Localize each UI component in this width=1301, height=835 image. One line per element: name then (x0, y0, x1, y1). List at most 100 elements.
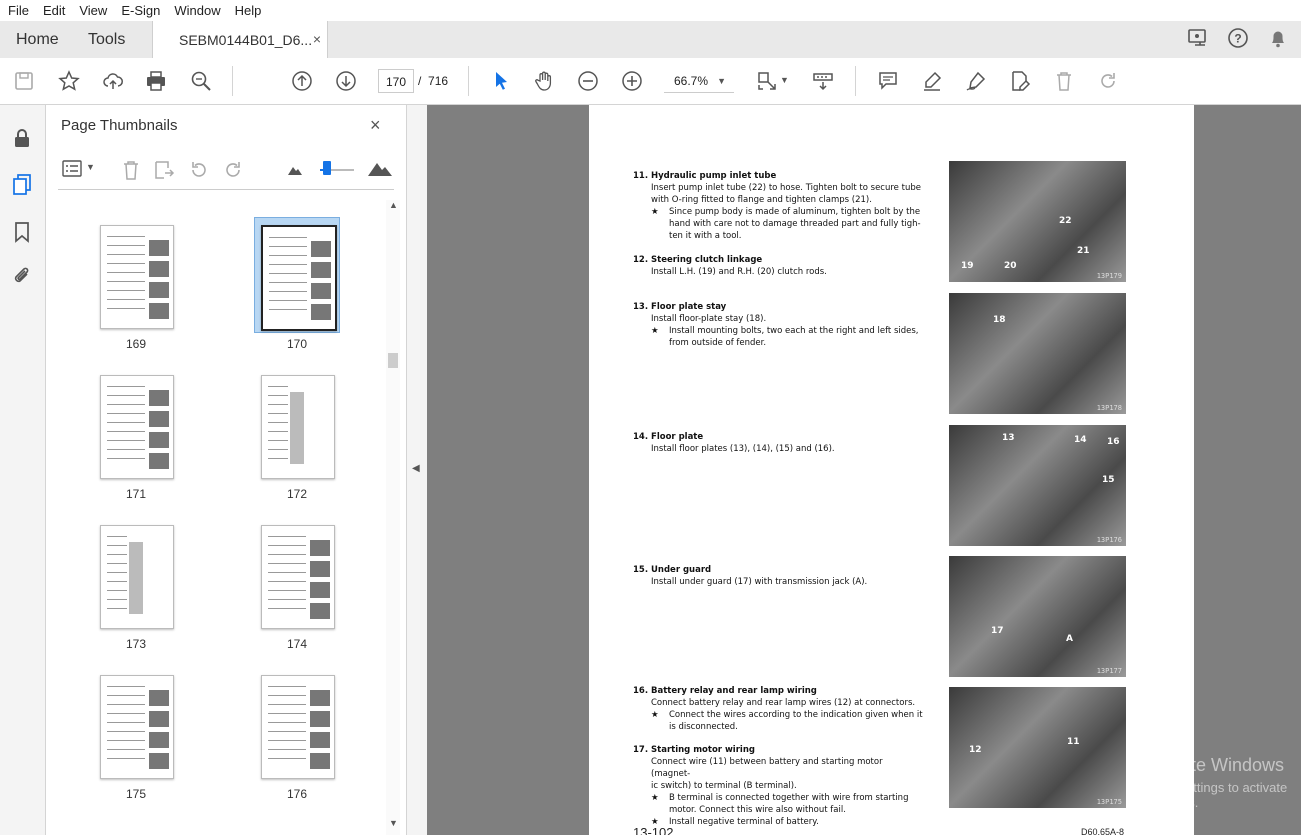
thumbnail-text-line (107, 590, 127, 591)
thumbnail-text-line (107, 236, 145, 237)
step-text: ic switch) to terminal (B terminal). (651, 781, 797, 791)
thumbnail-text-line (107, 290, 145, 291)
share-screen-icon[interactable] (1187, 27, 1209, 49)
panel-collapse-handle[interactable]: ◀ (407, 105, 427, 835)
close-tab-icon[interactable]: × (313, 31, 321, 47)
page-number-input[interactable]: 170 (378, 69, 414, 93)
step-title: 12. Steering clutch linkage (633, 255, 763, 265)
hand-pan-icon[interactable] (532, 69, 556, 93)
lock-icon[interactable] (11, 127, 33, 149)
thumbnail-diagram (290, 392, 304, 464)
step-title: 16. Battery relay and rear lamp wiring (633, 686, 817, 696)
thumbnail-scrollbar[interactable]: ▲ ▼ (386, 200, 400, 835)
thumbnail-page[interactable] (100, 375, 174, 479)
thumbnail-page[interactable] (261, 375, 335, 479)
thumbnail-text-line (107, 686, 145, 687)
menu-esign[interactable]: E-Sign (115, 3, 166, 18)
thumbnail-text-line (268, 404, 288, 405)
scrollbar-thumb[interactable] (388, 353, 398, 368)
bookmark-star-icon[interactable] (57, 69, 81, 93)
thumbnail-text-line (107, 404, 145, 405)
comment-icon[interactable] (876, 69, 900, 93)
thumbnail-image (310, 753, 330, 769)
previous-page-icon[interactable] (290, 69, 314, 93)
thumbnail-image (310, 690, 330, 706)
save-icon[interactable] (12, 69, 36, 93)
thumbnail-page[interactable] (261, 525, 335, 629)
menu-window[interactable]: Window (168, 3, 226, 18)
large-mountain-icon[interactable] (368, 161, 392, 176)
thumbnail-label: 170 (286, 337, 308, 351)
draw-sign-icon[interactable] (964, 69, 988, 93)
scroll-down-icon[interactable]: ▼ (389, 818, 398, 828)
thumbnail-text-line (107, 245, 145, 246)
edit-document-icon[interactable] (1008, 69, 1032, 93)
thumbnail-image (149, 240, 169, 256)
step-note: is disconnected. (633, 721, 923, 733)
fit-page-icon[interactable] (755, 69, 779, 93)
photo-caption: 13P177 (1096, 667, 1122, 675)
print-icon[interactable] (144, 69, 168, 93)
tab-home[interactable]: Home (16, 21, 59, 58)
thumbnail-text-line (107, 422, 145, 423)
thumbnail-options-icon[interactable] (62, 159, 84, 179)
note-text: Connect the wires according to the indic… (669, 710, 923, 720)
trash-icon[interactable] (1052, 69, 1076, 93)
page-thumbnails-icon[interactable] (11, 173, 33, 195)
star-note-icon: ★ (651, 793, 659, 803)
delete-page-icon[interactable] (120, 159, 142, 181)
chevron-down-icon[interactable]: ▼ (780, 75, 789, 85)
tab-document[interactable]: SEBM0144B01_D6... × (152, 21, 328, 59)
photo-callout-label: 13 (1002, 433, 1015, 443)
document-viewer[interactable]: 11. Hydraulic pump inlet tube Insert pump… (427, 105, 1301, 835)
photo-callout-label: 15 (1102, 475, 1115, 485)
slider-thumb[interactable] (323, 161, 331, 175)
note-text: Install negative terminal of battery. (669, 817, 819, 827)
collapse-arrow-icon[interactable]: ◀ (412, 463, 420, 474)
tab-tools[interactable]: Tools (88, 21, 125, 58)
thumbnail-page[interactable] (100, 675, 174, 779)
menu-help[interactable]: Help (229, 3, 268, 18)
thumbnail-text-line (268, 386, 288, 387)
thumbnail-page[interactable] (261, 225, 337, 331)
next-page-icon[interactable] (334, 69, 358, 93)
thumbnail-page[interactable] (261, 675, 335, 779)
help-icon[interactable]: ? (1227, 27, 1249, 49)
thumbnail-page[interactable] (100, 225, 174, 329)
select-cursor-icon[interactable] (489, 69, 513, 93)
highlight-pen-icon[interactable] (920, 69, 944, 93)
redo-icon[interactable] (1096, 69, 1120, 93)
thumbnail-page[interactable] (100, 525, 174, 629)
scroll-mode-icon[interactable] (811, 69, 835, 93)
scroll-up-icon[interactable]: ▲ (389, 200, 398, 210)
thumbnail-text-line (268, 704, 306, 705)
step-text: Connect battery relay and rear lamp wire… (651, 698, 916, 708)
chevron-down-icon[interactable]: ▼ (86, 162, 95, 172)
thumbnail-text-line (268, 536, 306, 537)
bookmark-icon[interactable] (11, 221, 33, 243)
thumbnail-text-line (269, 300, 307, 301)
zoom-in-icon[interactable] (620, 69, 644, 93)
thumbnail-image (149, 411, 169, 427)
instruction-step: 14. Floor plate Install floor plates (13)… (633, 431, 923, 455)
rotate-right-icon[interactable] (222, 159, 244, 181)
thumbnail-text-line (268, 722, 306, 723)
photo-caption: 13P178 (1096, 404, 1122, 412)
menu-file[interactable]: File (2, 3, 35, 18)
rotate-left-icon[interactable] (188, 159, 210, 181)
zoom-out-icon[interactable] (576, 69, 600, 93)
search-zoom-icon[interactable] (189, 69, 213, 93)
menu-view[interactable]: View (73, 3, 113, 18)
menu-edit[interactable]: Edit (37, 3, 71, 18)
small-mountain-icon[interactable] (288, 165, 302, 175)
step-text: with O-ring fitted to flange and tighten… (651, 195, 872, 205)
upload-cloud-icon[interactable] (101, 69, 125, 93)
chevron-down-icon: ▼ (717, 76, 726, 86)
attachment-paperclip-icon[interactable] (11, 265, 33, 287)
extract-page-icon[interactable] (153, 159, 175, 181)
zoom-level-select[interactable]: 66.7% ▼ (664, 69, 734, 93)
photo-callout-label: 16 (1107, 437, 1120, 447)
thumbnail-text-line (268, 758, 306, 759)
close-panel-icon[interactable]: × (370, 115, 381, 136)
notifications-bell-icon[interactable] (1267, 27, 1289, 49)
